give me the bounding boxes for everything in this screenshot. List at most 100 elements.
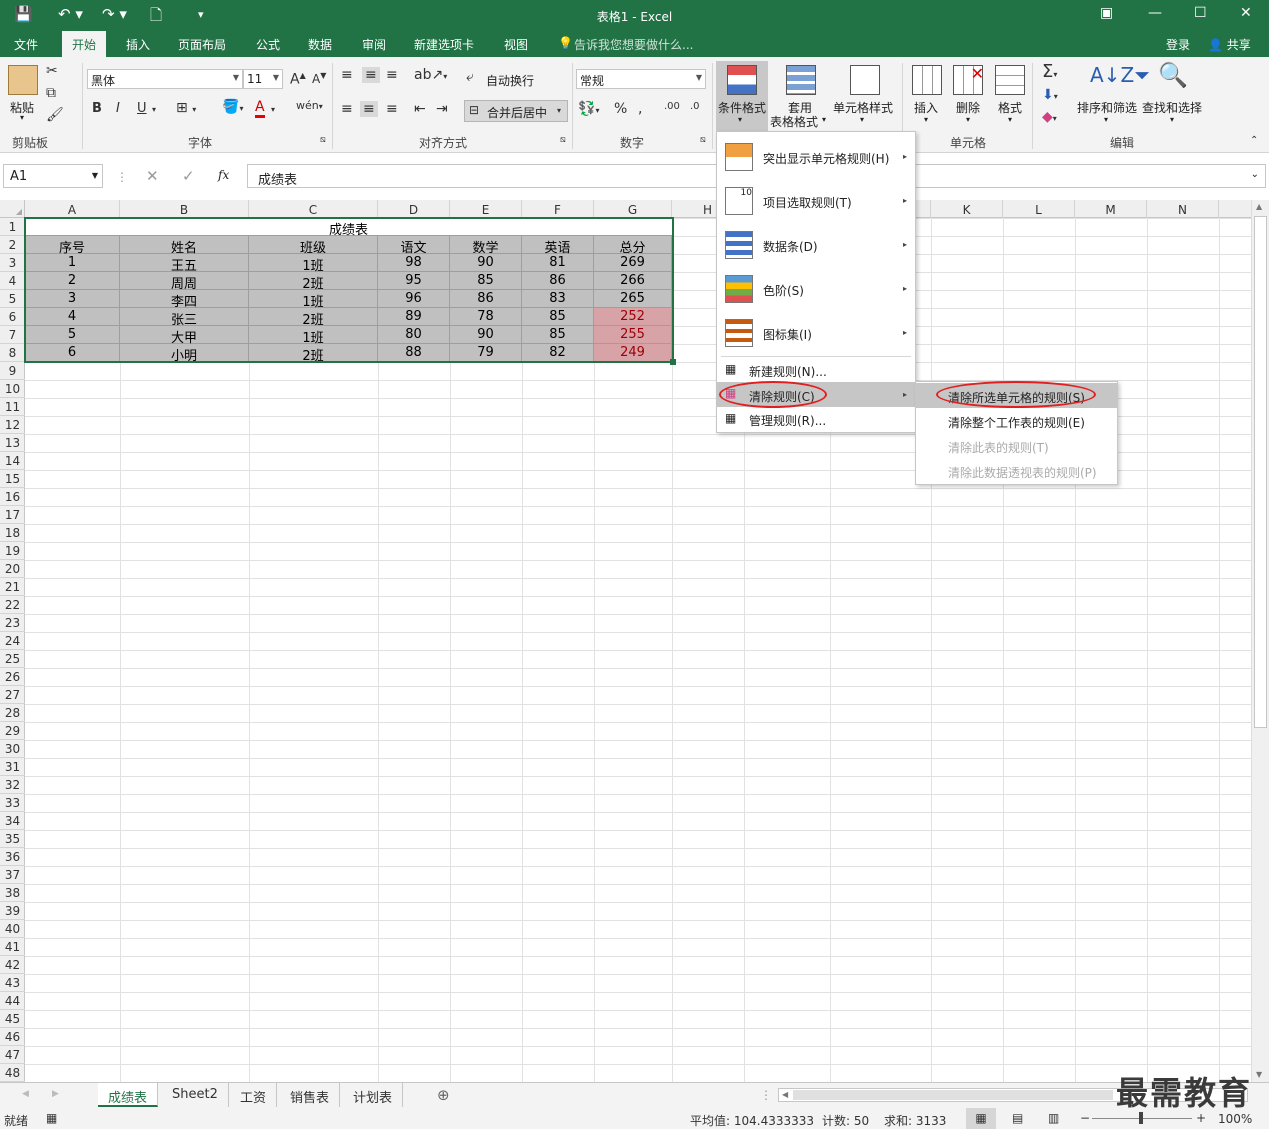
name-box[interactable]: A1 ▼ [3, 164, 103, 188]
data-cell[interactable]: 6 [25, 344, 120, 362]
number-dialog-launcher-icon[interactable]: ⧅ [700, 135, 706, 145]
data-cell[interactable]: 2班 [249, 308, 378, 328]
menu-item-clear-sheet[interactable]: 清除整个工作表的规则(E) [916, 408, 1117, 433]
insert-function-button[interactable]: fx [218, 168, 229, 182]
minimize-icon[interactable]: — [1148, 5, 1162, 21]
row-header[interactable]: 13 [0, 434, 25, 452]
tell-me-input[interactable]: 告诉我您想要做什么... [574, 36, 693, 53]
row-header[interactable]: 46 [0, 1028, 25, 1046]
number-format-select[interactable]: 常规 ▼ [576, 69, 706, 89]
cut-icon[interactable]: ✂ [46, 63, 58, 79]
row-header[interactable]: 4 [0, 272, 25, 290]
tab-data[interactable]: 数据 [308, 36, 332, 53]
row-header[interactable]: 3 [0, 254, 25, 272]
data-cell[interactable]: 1班 [249, 254, 378, 274]
worksheet-grid[interactable]: ABCDEFGHIJKLMN 1234567891011121314151617… [0, 200, 1251, 1082]
align-center-icon[interactable]: ≡ [360, 101, 378, 117]
zoom-level[interactable]: 100% [1218, 1112, 1252, 1126]
column-header[interactable]: C [249, 200, 378, 218]
data-cell[interactable]: 1 [25, 254, 120, 272]
enter-icon[interactable]: ✓ [182, 167, 195, 185]
sheet-tab-5[interactable]: 计划表 [343, 1083, 404, 1107]
horizontal-scroll-thumb[interactable] [793, 1090, 1113, 1100]
align-right-icon[interactable]: ≡ [386, 101, 398, 117]
format-as-table-label-2[interactable]: 表格格式 [770, 113, 818, 130]
phonetic-icon[interactable]: wén▾ [296, 99, 323, 112]
data-cell[interactable]: 2班 [249, 272, 378, 292]
menu-item-new-rule[interactable]: ▦ 新建规则(N)... [717, 358, 915, 382]
row-header[interactable]: 10 [0, 380, 25, 398]
percent-icon[interactable]: % [614, 101, 627, 117]
data-cell[interactable]: 98 [378, 254, 450, 272]
row-header[interactable]: 43 [0, 974, 25, 992]
row-header[interactable]: 33 [0, 794, 25, 812]
row-header[interactable]: 14 [0, 452, 25, 470]
bold-button[interactable]: B [92, 101, 102, 116]
data-cell[interactable]: 90 [450, 254, 522, 272]
row-header[interactable]: 18 [0, 524, 25, 542]
row-header[interactable]: 12 [0, 416, 25, 434]
shrink-font-icon[interactable]: A▼ [312, 71, 326, 86]
paste-icon[interactable] [8, 65, 38, 95]
row-header[interactable]: 45 [0, 1010, 25, 1028]
data-cell[interactable]: 255 [594, 326, 672, 344]
data-cell[interactable]: 82 [522, 344, 594, 362]
data-cell[interactable]: 4 [25, 308, 120, 326]
underline-dropdown-icon[interactable]: ▾ [152, 105, 156, 114]
find-select-icon[interactable]: 🔍 [1158, 61, 1188, 89]
header-cell[interactable]: 姓名 [120, 236, 249, 256]
maximize-icon[interactable]: ☐ [1194, 5, 1207, 21]
column-header[interactable]: D [378, 200, 450, 218]
zoom-out-icon[interactable]: − [1080, 1111, 1090, 1125]
data-cell[interactable]: 80 [378, 326, 450, 344]
data-cell[interactable]: 张三 [120, 308, 249, 328]
header-cell[interactable]: 总分 [594, 236, 672, 256]
row-header[interactable]: 16 [0, 488, 25, 506]
data-cell[interactable]: 大甲 [120, 326, 249, 346]
data-cell[interactable]: 2 [25, 272, 120, 290]
select-all-button[interactable]: ◢ [0, 200, 25, 218]
row-header[interactable]: 23 [0, 614, 25, 632]
increase-indent-icon[interactable]: ⇥ [436, 101, 448, 117]
column-header[interactable]: N [1147, 200, 1219, 218]
data-cell[interactable]: 95 [378, 272, 450, 290]
alignment-dialog-launcher-icon[interactable]: ⧅ [560, 135, 566, 145]
tab-home[interactable]: 开始 [62, 31, 107, 57]
table-title-cell[interactable]: 成绩表 [25, 218, 673, 238]
row-header[interactable]: 44 [0, 992, 25, 1010]
normal-view-icon[interactable]: ▦ [966, 1108, 996, 1129]
border-icon[interactable]: ⊞ ▾ [176, 100, 196, 116]
row-header[interactable]: 40 [0, 920, 25, 938]
font-dialog-launcher-icon[interactable]: ⧅ [320, 135, 326, 145]
data-cell[interactable]: 89 [378, 308, 450, 326]
data-cell[interactable]: 266 [594, 272, 672, 290]
data-cell[interactable]: 2班 [249, 344, 378, 364]
wrap-text-button[interactable]: 自动换行 [486, 72, 534, 89]
scroll-left-icon[interactable]: ◀ [782, 1090, 788, 1099]
row-header[interactable]: 37 [0, 866, 25, 884]
column-header[interactable]: F [522, 200, 594, 218]
header-cell[interactable]: 序号 [25, 236, 120, 256]
prev-sheet-icon[interactable]: ◀ [22, 1089, 29, 1099]
font-size-select[interactable]: 11 ▼ [243, 69, 283, 89]
data-cell[interactable]: 1班 [249, 290, 378, 310]
decrease-indent-icon[interactable]: ⇤ [414, 101, 426, 117]
data-cell[interactable]: 90 [450, 326, 522, 344]
column-header[interactable]: K [931, 200, 1003, 218]
row-header[interactable]: 9 [0, 362, 25, 380]
column-header[interactable]: L [1003, 200, 1075, 218]
header-cell[interactable]: 英语 [522, 236, 594, 256]
font-color-dropdown-icon[interactable]: ▾ [271, 105, 275, 114]
data-cell[interactable]: 81 [522, 254, 594, 272]
ribbon-display-icon[interactable]: ▣ [1100, 5, 1113, 21]
data-cell[interactable]: 5 [25, 326, 120, 344]
row-header[interactable]: 17 [0, 506, 25, 524]
table-format-icon[interactable] [786, 65, 816, 95]
row-header[interactable]: 20 [0, 560, 25, 578]
row-header[interactable]: 15 [0, 470, 25, 488]
cancel-icon[interactable]: ✕ [146, 167, 159, 185]
row-header[interactable]: 39 [0, 902, 25, 920]
italic-button[interactable]: I [116, 101, 120, 116]
paste-dropdown-icon[interactable]: ▾ [20, 113, 24, 122]
page-layout-view-icon[interactable]: ▤ [1012, 1111, 1023, 1125]
